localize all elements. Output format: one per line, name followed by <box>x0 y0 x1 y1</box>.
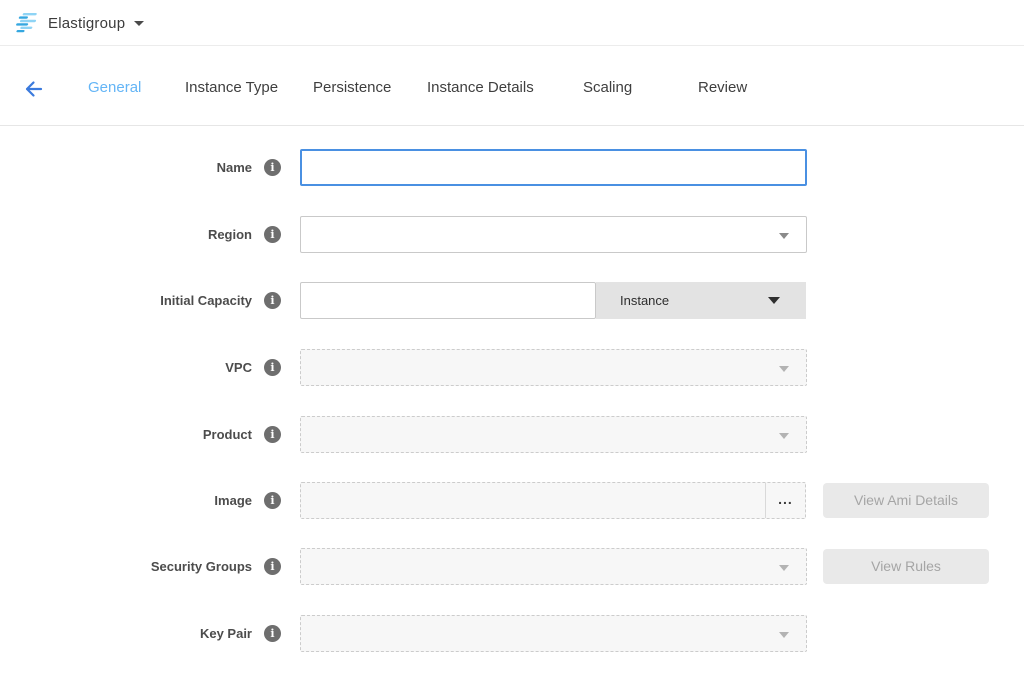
vpc-select[interactable] <box>300 349 807 386</box>
image-browse-button[interactable]: ... <box>766 483 805 518</box>
name-input[interactable] <box>300 149 807 186</box>
key-pair-info-icon[interactable]: i <box>264 625 281 642</box>
form-row-product: Product i <box>0 416 1024 453</box>
form-row-security-groups: Security Groups i View Rules <box>0 548 1024 585</box>
region-select[interactable] <box>300 216 807 253</box>
image-field: ... <box>300 482 806 519</box>
form-row-name: Name i <box>0 149 1024 186</box>
capacity-unit-value: Instance <box>620 282 669 319</box>
form-row-key-pair: Key Pair i <box>0 615 1024 652</box>
key-pair-label: Key Pair <box>40 615 252 652</box>
product-switcher-label: Elastigroup <box>48 15 125 32</box>
product-select[interactable] <box>300 416 807 453</box>
image-label: Image <box>40 482 252 519</box>
chevron-down-icon <box>768 297 780 304</box>
chevron-down-icon <box>779 366 789 372</box>
form-row-image: Image i ... View Ami Details <box>0 482 1024 519</box>
region-label: Region <box>40 216 252 253</box>
tab-instance-type[interactable]: Instance Type <box>185 79 278 96</box>
top-bar: Elastigroup <box>0 0 1024 46</box>
back-button[interactable] <box>20 76 46 102</box>
back-arrow-icon <box>20 76 46 102</box>
form-row-region: Region i <box>0 216 1024 253</box>
form-row-vpc: VPC i <box>0 349 1024 386</box>
security-groups-info-icon[interactable]: i <box>264 558 281 575</box>
image-input[interactable] <box>301 483 765 518</box>
wizard-tab-bar: General Instance Type Persistence Instan… <box>0 46 1024 126</box>
product-info-icon[interactable]: i <box>264 426 281 443</box>
chevron-down-icon <box>134 21 144 26</box>
tab-instance-details[interactable]: Instance Details <box>427 79 534 96</box>
chevron-down-icon <box>779 433 789 439</box>
name-info-icon[interactable]: i <box>264 159 281 176</box>
form-row-initial-capacity: Initial Capacity i Instance <box>0 282 1024 319</box>
vpc-info-icon[interactable]: i <box>264 359 281 376</box>
initial-capacity-input[interactable] <box>300 282 596 319</box>
tab-review[interactable]: Review <box>698 79 747 96</box>
chevron-down-icon <box>779 632 789 638</box>
elastigroup-create-page: Elastigroup General Instance Type Persis… <box>0 0 1024 688</box>
tab-general[interactable]: General <box>88 79 141 96</box>
security-groups-select[interactable] <box>300 548 807 585</box>
name-label: Name <box>40 149 252 186</box>
product-switcher[interactable]: Elastigroup <box>16 9 144 37</box>
tab-scaling[interactable]: Scaling <box>583 79 632 96</box>
elastigroup-logo-icon <box>16 13 39 34</box>
chevron-down-icon <box>779 233 789 239</box>
security-groups-label: Security Groups <box>40 548 252 585</box>
chevron-down-icon <box>779 565 789 571</box>
capacity-unit-select[interactable]: Instance <box>596 282 806 319</box>
key-pair-select[interactable] <box>300 615 807 652</box>
vpc-label: VPC <box>40 349 252 386</box>
tab-persistence[interactable]: Persistence <box>313 79 391 96</box>
initial-capacity-info-icon[interactable]: i <box>264 292 281 309</box>
initial-capacity-label: Initial Capacity <box>40 282 252 319</box>
product-label: Product <box>40 416 252 453</box>
view-rules-button[interactable]: View Rules <box>823 549 989 584</box>
region-info-icon[interactable]: i <box>264 226 281 243</box>
view-ami-details-button[interactable]: View Ami Details <box>823 483 989 518</box>
image-info-icon[interactable]: i <box>264 492 281 509</box>
